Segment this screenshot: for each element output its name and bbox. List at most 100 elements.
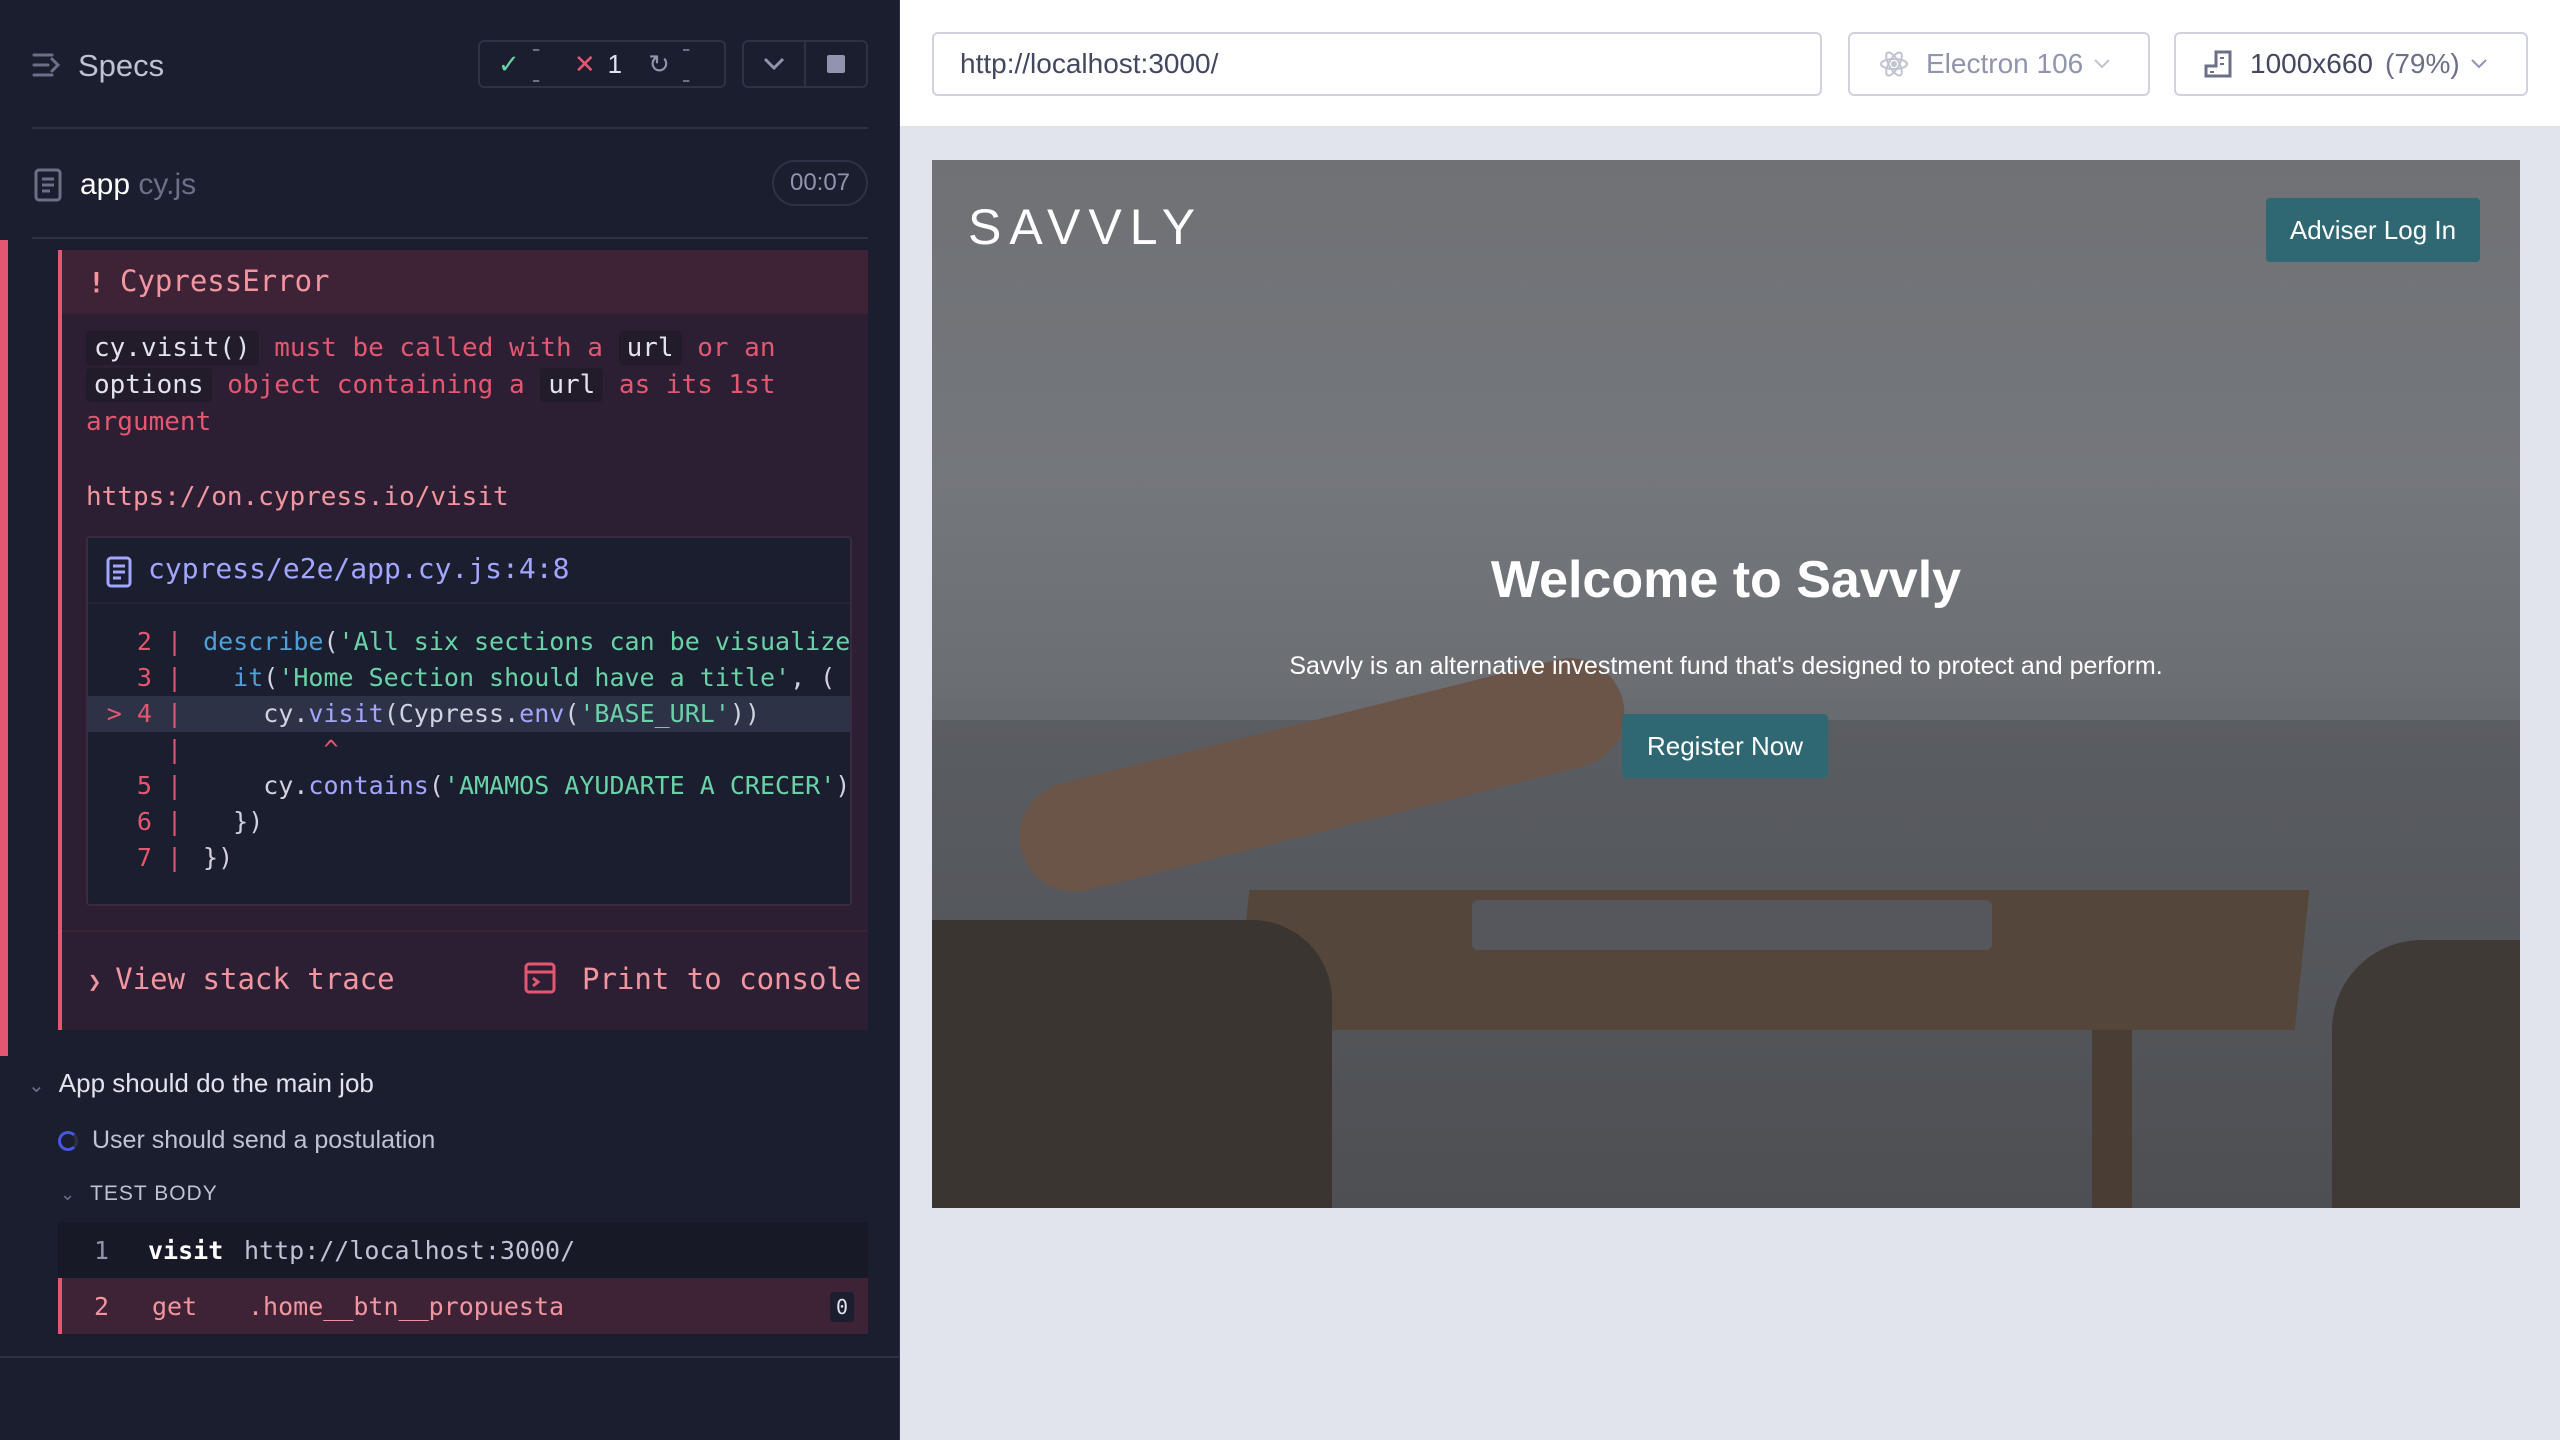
line-number: 3 bbox=[136, 663, 152, 692]
adviser-login-button[interactable]: Adviser Log In bbox=[2266, 198, 2480, 262]
view-stack-trace-button[interactable]: ❯ View stack trace bbox=[88, 962, 395, 996]
line-number: 5 bbox=[136, 771, 152, 800]
suite-label: App should do the main job bbox=[58, 1068, 374, 1098]
x-icon: ✕ bbox=[573, 48, 596, 79]
electron-icon bbox=[1880, 51, 1908, 77]
code-frame-header[interactable]: cypress/e2e/app.cy.js:4:8 bbox=[88, 538, 850, 604]
chevron-down-icon: ⌄ bbox=[28, 1075, 45, 1097]
print-to-console-button[interactable]: Print to console bbox=[582, 962, 861, 996]
hero-background bbox=[932, 920, 1332, 1208]
code-line: 3 | it('Home Section should have a title… bbox=[136, 663, 836, 692]
file-icon bbox=[106, 556, 132, 588]
running-spinner-icon bbox=[58, 1130, 78, 1151]
command-arg: http://localhost:3000/ bbox=[244, 1235, 576, 1265]
line-marker: > bbox=[106, 699, 122, 728]
spec-extension: cy.js bbox=[130, 168, 197, 201]
failed-indicator-bar bbox=[0, 240, 8, 1056]
test-label: User should send a postulation bbox=[92, 1126, 436, 1154]
test-body-label: TEST BODY bbox=[90, 1182, 218, 1205]
spec-timer: 00:07 bbox=[772, 160, 868, 206]
app-under-test: SAVVLY Adviser Log In Welcome to Savvly … bbox=[932, 160, 2520, 1208]
failed-stat: ✕ 1 bbox=[574, 49, 622, 80]
specs-list-icon[interactable] bbox=[32, 50, 62, 80]
error-header: ! CypressError bbox=[62, 250, 868, 314]
spec-name[interactable]: app cy.js bbox=[80, 168, 196, 202]
browser-selector[interactable]: Electron 106 bbox=[1848, 32, 2150, 96]
code-snippet: url bbox=[540, 368, 604, 402]
aut-toolbar: http://localhost:3000/ Electron 106 1000… bbox=[900, 0, 2560, 128]
passed-count: -- bbox=[531, 33, 541, 94]
code-line: 2 | describe('All six sections can be vi… bbox=[136, 627, 851, 656]
chevron-right-icon: ❯ bbox=[88, 970, 102, 995]
divider bbox=[0, 1356, 900, 1358]
test-body-header[interactable]: ⌄ TEST BODY bbox=[60, 1182, 218, 1206]
stop-icon bbox=[827, 55, 845, 73]
stack-trace-label: View stack trace bbox=[115, 962, 395, 996]
test-title[interactable]: User should send a postulation bbox=[58, 1126, 435, 1155]
passed-stat: ✓ -- bbox=[498, 33, 548, 95]
hero-background bbox=[2332, 940, 2520, 1208]
line-number: 2 bbox=[136, 627, 152, 656]
code-line: 7 | }) bbox=[136, 843, 234, 872]
chevron-down-icon bbox=[763, 57, 785, 71]
viewport-selector[interactable]: 1000x660 (79%) bbox=[2174, 32, 2528, 96]
code-lines: 2 | describe('All six sections can be vi… bbox=[88, 624, 851, 876]
code-snippet: options bbox=[86, 368, 212, 402]
error-text: object containing a bbox=[211, 370, 541, 400]
reporter-panel: Specs ✓ -- ✕ 1 ↻ -- app cy.js 00:07 ! Cy… bbox=[0, 0, 900, 1440]
code-snippet: url bbox=[618, 331, 682, 365]
command-row-failed[interactable]: 2 get .home__btn__propuesta 0 bbox=[58, 1278, 868, 1334]
register-now-button[interactable]: Register Now bbox=[1622, 714, 1828, 778]
url-bar[interactable]: http://localhost:3000/ bbox=[932, 32, 1822, 96]
suite-title[interactable]: ⌄ App should do the main job bbox=[28, 1068, 374, 1099]
pending-stat: ↻ -- bbox=[648, 33, 698, 95]
stop-button[interactable] bbox=[804, 40, 868, 88]
hero-subtitle: Savvly is an alternative investment fund… bbox=[1289, 652, 2163, 680]
code-line: 5 | cy.contains('AMAMOS AYUDARTE A CRECE… bbox=[136, 771, 851, 800]
element-count-badge: 0 bbox=[830, 1292, 854, 1322]
code-snippet: cy.visit() bbox=[86, 331, 259, 365]
file-icon bbox=[34, 168, 62, 202]
collapse-button[interactable] bbox=[742, 40, 806, 88]
error-panel: ! CypressError cy.visit() must be called… bbox=[58, 250, 868, 1030]
code-frame: cypress/e2e/app.cy.js:4:8 2 | describe('… bbox=[86, 536, 852, 906]
chevron-down-icon bbox=[2471, 59, 2487, 69]
code-frame-path[interactable]: cypress/e2e/app.cy.js:4:8 bbox=[148, 552, 569, 585]
savvly-logo[interactable]: SAVVLY bbox=[968, 198, 1203, 256]
command-arg: .home__btn__propuesta bbox=[248, 1291, 565, 1321]
chevron-down-icon: ⌄ bbox=[60, 1184, 77, 1204]
command-name: visit bbox=[148, 1235, 224, 1265]
docs-link[interactable]: https://on.cypress.io/visit bbox=[86, 482, 509, 512]
line-number: 4 bbox=[136, 699, 152, 728]
test-stats: ✓ -- ✕ 1 ↻ -- bbox=[478, 33, 726, 94]
hero-title: Welcome to Savvly bbox=[1490, 551, 1962, 609]
command-row[interactable]: 1 visit http://localhost:3000/ bbox=[58, 1222, 868, 1278]
failed-count: 1 bbox=[607, 48, 623, 79]
code-line: | ^ bbox=[136, 735, 339, 764]
error-title: CypressError bbox=[120, 264, 330, 298]
specs-label[interactable]: Specs bbox=[78, 48, 164, 84]
code-line: 6 | }) bbox=[136, 807, 264, 836]
hero-background bbox=[2092, 1030, 2132, 1208]
divider bbox=[62, 930, 868, 932]
divider bbox=[32, 237, 868, 239]
chevron-down-icon bbox=[2094, 59, 2110, 69]
spec-basename: app bbox=[80, 168, 131, 201]
zoom-level: (79%) bbox=[2385, 48, 2460, 79]
refresh-icon: ↻ bbox=[648, 48, 670, 79]
line-number: 6 bbox=[136, 807, 152, 836]
error-text: or an bbox=[681, 333, 776, 363]
pending-count: -- bbox=[681, 33, 691, 94]
reporter-header: Specs ✓ -- ✕ 1 ↻ -- bbox=[0, 0, 900, 130]
error-icon: ! bbox=[88, 266, 105, 299]
command-number: 2 bbox=[94, 1291, 110, 1321]
command-name: get bbox=[152, 1291, 198, 1321]
command-number: 1 bbox=[94, 1235, 110, 1265]
check-icon: ✓ bbox=[498, 48, 520, 79]
line-number: 7 bbox=[136, 843, 152, 872]
viewport-size: 1000x660 bbox=[2250, 48, 2374, 79]
ruler-icon bbox=[2204, 50, 2232, 78]
error-text: must be called with a bbox=[258, 333, 619, 363]
error-message: cy.visit() must be called with a url or … bbox=[86, 330, 846, 441]
terminal-icon[interactable] bbox=[524, 962, 556, 994]
